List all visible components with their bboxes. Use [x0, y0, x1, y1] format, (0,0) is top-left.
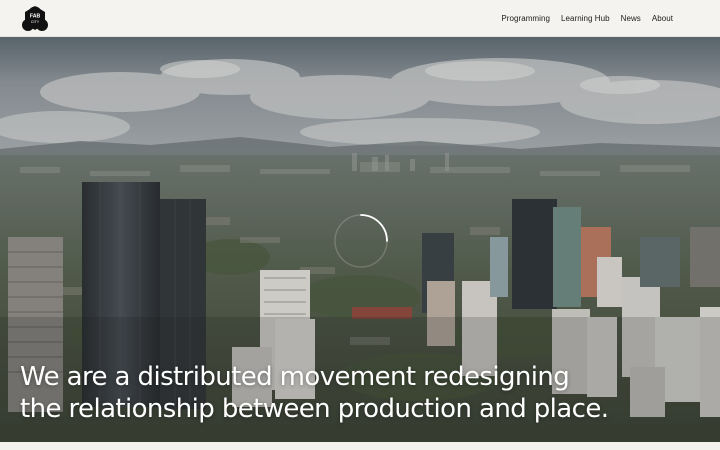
hero-section: We are a distributed movement redesignin… — [0, 37, 720, 450]
site-header: FAB CITY Programming Learning Hub News A… — [0, 0, 720, 37]
loading-spinner-icon — [334, 214, 388, 268]
hero-headline-line-1: We are a distributed movement redesignin… — [20, 362, 570, 392]
page-bottom-edge — [0, 442, 720, 450]
fab-city-logo[interactable]: FAB CITY — [20, 4, 50, 34]
nav-about[interactable]: About — [652, 14, 673, 23]
hero-headline-line-2: the relationship between production and … — [20, 394, 609, 424]
nav-learning-hub[interactable]: Learning Hub — [561, 14, 610, 23]
fab-city-logo-icon: FAB CITY — [22, 6, 48, 31]
logo-text: FAB — [30, 14, 41, 20]
logo-subtext: CITY — [31, 20, 40, 24]
nav-news[interactable]: News — [621, 14, 641, 23]
main-nav: Programming Learning Hub News About — [501, 0, 673, 37]
hero-headline: We are a distributed movement redesignin… — [20, 361, 680, 425]
nav-programming[interactable]: Programming — [501, 14, 550, 23]
